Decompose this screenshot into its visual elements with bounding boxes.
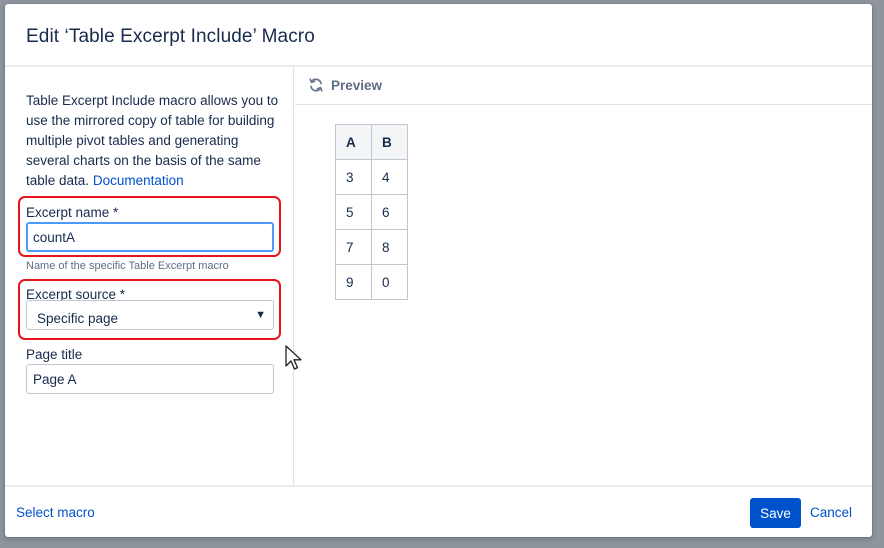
excerpt-source-value: Specific page <box>37 311 119 326</box>
dialog-header: Edit ‘Table Excerpt Include’ Macro <box>5 4 872 67</box>
preview-table: A B 3 4 5 6 7 8 9 0 <box>335 124 408 300</box>
excerpt-name-help: Name of the specific Table Excerpt macro <box>26 260 229 272</box>
excerpt-name-label: Excerpt name * <box>26 205 119 220</box>
table-row: 5 6 <box>335 194 408 230</box>
preview-panel: Preview A B 3 4 5 6 7 8 9 0 <box>295 67 872 485</box>
table-header-row: A B <box>335 124 408 160</box>
mouse-cursor-icon <box>285 345 302 370</box>
table-cell: 8 <box>371 229 408 265</box>
table-cell: 4 <box>371 159 408 195</box>
preview-bar: Preview <box>295 67 872 105</box>
table-cell: 7 <box>335 229 372 265</box>
dialog-title: Edit ‘Table Excerpt Include’ Macro <box>26 26 315 47</box>
select-macro-link[interactable]: Select macro <box>16 505 95 520</box>
documentation-link[interactable]: Documentation <box>93 173 184 188</box>
table-header-cell: A <box>335 124 372 160</box>
table-cell: 0 <box>371 264 408 300</box>
edit-macro-dialog: Edit ‘Table Excerpt Include’ Macro Table… <box>5 4 872 537</box>
table-row: 7 8 <box>335 229 408 265</box>
macro-parameters-panel: Table Excerpt Include macro allows you t… <box>5 67 294 485</box>
dialog-footer: Select macro Save Cancel <box>5 485 872 537</box>
cancel-link[interactable]: Cancel <box>810 505 852 520</box>
table-cell: 3 <box>335 159 372 195</box>
chevron-down-icon: ▼ <box>255 309 266 321</box>
table-row: 9 0 <box>335 264 408 300</box>
table-cell: 6 <box>371 194 408 230</box>
table-header-cell: B <box>371 124 408 160</box>
table-row: 3 4 <box>335 159 408 195</box>
page-title-field[interactable] <box>26 364 274 394</box>
excerpt-source-select[interactable]: Specific page ▼ <box>26 300 274 330</box>
preview-label: Preview <box>331 78 383 93</box>
table-cell: 5 <box>335 194 372 230</box>
macro-description: Table Excerpt Include macro allows you t… <box>26 91 281 191</box>
excerpt-name-field[interactable] <box>26 222 274 252</box>
page-title-label: Page title <box>26 347 83 362</box>
save-button[interactable]: Save <box>750 498 801 528</box>
refresh-icon[interactable] <box>308 77 324 93</box>
table-cell: 9 <box>335 264 372 300</box>
